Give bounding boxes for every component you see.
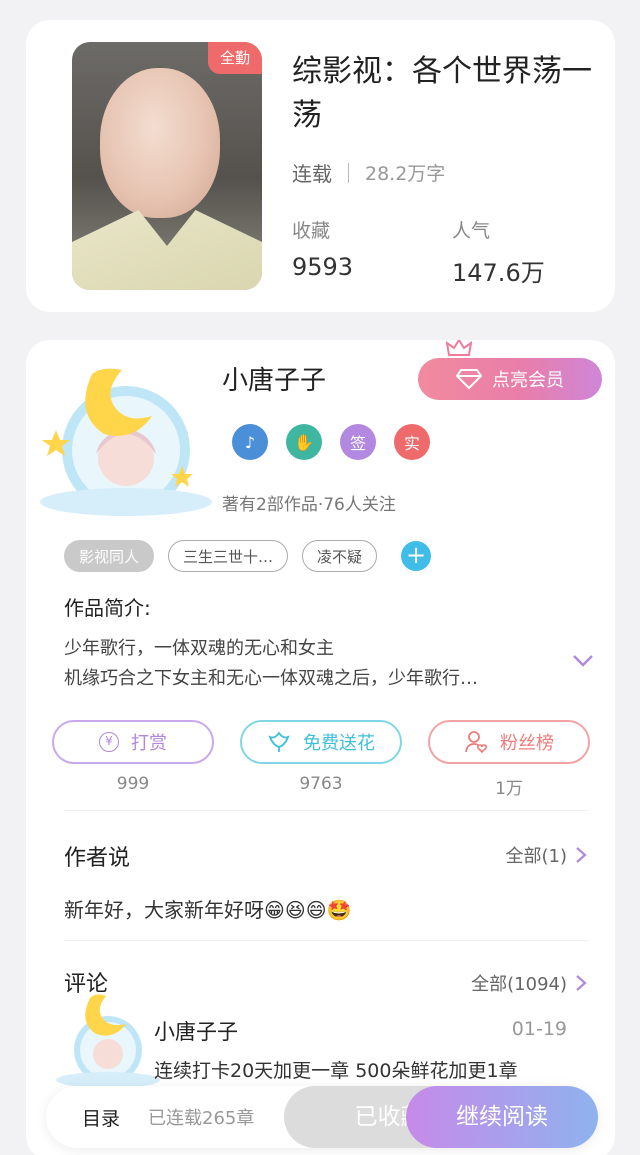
author-meta: 著有2部作品·76人关注: [222, 495, 396, 515]
author-says-more-label: 全部(1): [505, 846, 568, 867]
flower-count: 9763: [299, 774, 343, 794]
bottom-action-bar: 目录 已连载265章 已收藏 继续阅读: [46, 1086, 598, 1148]
stat-popularity: 人气 147.6万: [452, 216, 545, 288]
divider: [64, 940, 588, 941]
author-says-title: 作者说: [64, 846, 131, 871]
author-card: 小唐子子 点亮会员 ♪ ✋ 签 实 著有2部作品·76人关注 影视同人 三生三世…: [26, 340, 615, 1155]
diamond-icon: [456, 369, 482, 390]
reward-count: 999: [116, 774, 150, 794]
divider: [348, 162, 349, 183]
chevron-right-icon: [576, 847, 587, 863]
crown-icon: [446, 340, 472, 356]
author-name[interactable]: 小唐子子: [222, 360, 326, 397]
intro-line: 机缘巧合之下女主和无心一体双魂之后，少年歌行…: [64, 668, 478, 689]
action-row: ¥ 打赏 999 免费送花 9763 粉丝榜 1万: [52, 720, 590, 799]
book-title: 综影视：各个世界荡一荡: [292, 54, 592, 133]
divider: [64, 810, 588, 811]
book-status-row: 连载 28.2万字: [292, 158, 445, 187]
stat-label: 收藏: [292, 220, 331, 242]
stat-label: 人气: [452, 220, 491, 242]
sign-badge[interactable]: 签: [340, 424, 376, 460]
author-says-more[interactable]: 全部(1): [506, 842, 588, 868]
cover-portrait-head: [100, 68, 220, 218]
reward-label: 打赏: [131, 733, 167, 754]
tag-chip[interactable]: 影视同人: [64, 540, 155, 572]
chevron-down-icon[interactable]: [572, 654, 594, 668]
commenter-avatar[interactable]: [50, 988, 160, 1088]
vip-button-label: 点亮会员: [492, 370, 564, 391]
full-attendance-badge: 全勤: [208, 42, 262, 74]
book-info-card: 全勤 综影视：各个世界荡一荡 连载 28.2万字 收藏 9593 人气 147.…: [26, 20, 615, 312]
author-avatar[interactable]: [34, 354, 214, 524]
book-cover[interactable]: 全勤: [72, 42, 262, 290]
fan-rank-count: 1万: [495, 779, 523, 799]
tag-chip[interactable]: 凌不疑: [302, 540, 378, 572]
flower-icon: [268, 731, 290, 752]
free-flower-label: 免费送花: [303, 733, 375, 754]
comments-more[interactable]: 全部(1094): [471, 970, 587, 996]
real-name-badge[interactable]: 实: [394, 424, 430, 460]
stat-favorites: 收藏 9593: [292, 216, 353, 281]
add-tag-icon[interactable]: +: [401, 541, 432, 571]
cover-portrait-robe: [72, 210, 262, 290]
intro-text[interactable]: 少年歌行，一体双魂的无心和女主 机缘巧合之下女主和无心一体双魂之后，少年歌行…: [64, 634, 564, 694]
commenter-name[interactable]: 小唐子子: [154, 1016, 238, 1046]
reward-button[interactable]: ¥ 打赏: [52, 720, 214, 764]
reward-action: ¥ 打赏 999: [52, 720, 214, 799]
yen-coin-icon: ¥: [99, 732, 119, 752]
word-count: 28.2万字: [365, 163, 446, 185]
music-note-icon[interactable]: ♪: [232, 424, 268, 460]
fan-rank-label: 粉丝榜: [500, 733, 554, 754]
author-says-text: 新年好，大家新年好呀😁😆😄🤩: [64, 898, 352, 922]
chapter-count: 已连载265章: [148, 1108, 255, 1129]
continue-reading-button[interactable]: 继续阅读: [406, 1086, 598, 1148]
comments-more-label: 全部(1094): [471, 974, 567, 995]
table-of-contents-button[interactable]: 目录: [82, 1104, 120, 1131]
stat-value: 9593: [292, 253, 354, 281]
serial-status: 连载: [292, 162, 332, 186]
flower-action: 免费送花 9763: [240, 720, 402, 799]
author-badges: ♪ ✋ 签 实: [232, 424, 430, 460]
tag-list: 影视同人 三生三世十… 凌不疑 +: [64, 540, 432, 572]
handshake-icon[interactable]: ✋: [286, 424, 322, 460]
stat-value: 147.6万: [452, 259, 545, 287]
fan-rank-button[interactable]: 粉丝榜: [428, 720, 590, 764]
intro-title: 作品简介:: [64, 596, 151, 620]
tag-chip[interactable]: 三生三世十…: [168, 540, 289, 572]
vip-membership-button[interactable]: 点亮会员: [418, 358, 602, 400]
fan-rank-action: 粉丝榜 1万: [428, 720, 590, 799]
intro-line: 少年歌行，一体双魂的无心和女主: [64, 638, 334, 659]
comment-text: 连续打卡20天加更一章 500朵鲜花加更1章: [154, 1060, 518, 1082]
free-flower-button[interactable]: 免费送花: [240, 720, 402, 764]
comment-date: 01-19: [511, 1018, 567, 1040]
fan-heart-icon: [465, 731, 488, 754]
chevron-right-icon: [576, 975, 587, 991]
